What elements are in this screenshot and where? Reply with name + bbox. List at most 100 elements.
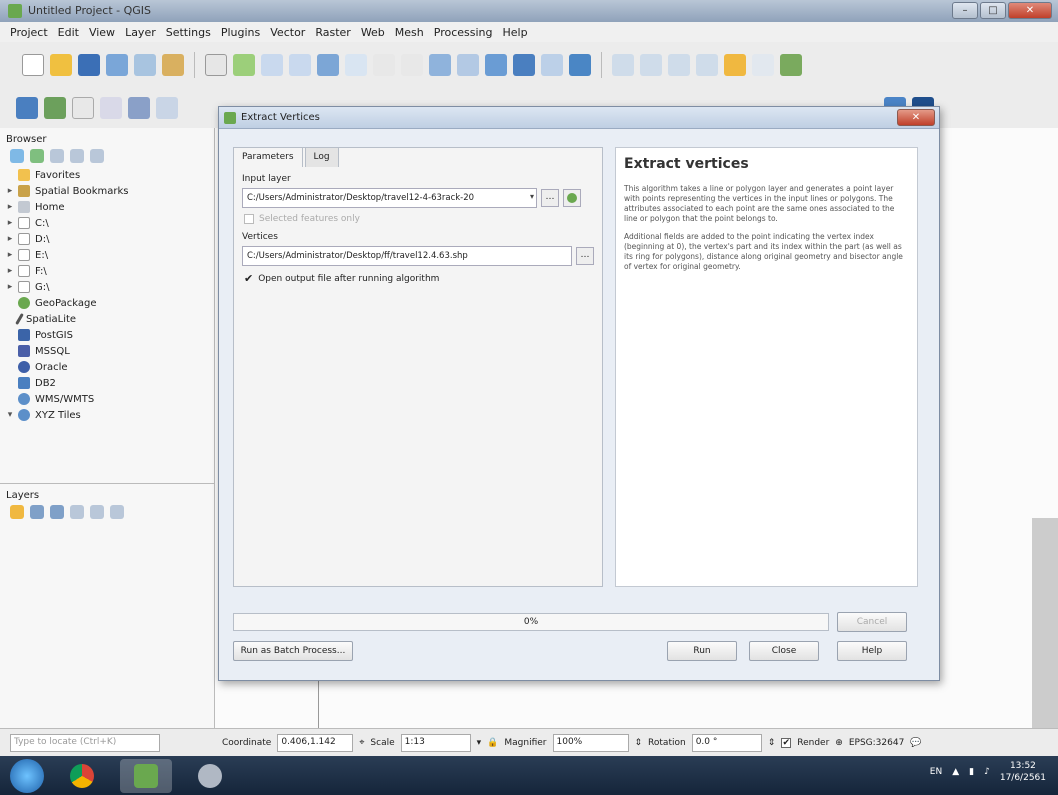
filter-icon[interactable] — [50, 149, 64, 163]
save-as-icon[interactable] — [106, 54, 128, 76]
rotation-spin-icon[interactable]: ⇕ — [768, 738, 776, 748]
menu-layer[interactable]: Layer — [125, 26, 156, 39]
select-icon[interactable] — [640, 54, 662, 76]
extents-toggle-icon[interactable]: ⌖ — [359, 738, 364, 748]
open-layer-styling-icon[interactable] — [10, 505, 24, 519]
tree-item-db2[interactable]: DB2 — [4, 375, 214, 391]
tray-expand-icon[interactable]: ▲ — [952, 767, 959, 777]
menu-web[interactable]: Web — [361, 26, 385, 39]
help-button[interactable]: Help — [837, 641, 907, 661]
volume-icon[interactable]: ♪ — [984, 767, 990, 777]
chrome-taskbar-button[interactable] — [56, 759, 108, 793]
tree-item-f-drive[interactable]: ▸ F:\ — [4, 263, 214, 279]
scale-field[interactable]: 1:13 — [400, 733, 471, 752]
data-source-manager-icon[interactable] — [16, 97, 38, 119]
clock[interactable]: 13:52 17/6/2561 — [1000, 760, 1046, 784]
close-button[interactable]: Close — [749, 641, 819, 661]
tree-item-d-drive[interactable]: ▸ D:\ — [4, 231, 214, 247]
tab-log[interactable]: Log — [304, 147, 339, 167]
tree-item-oracle[interactable]: Oracle — [4, 359, 214, 375]
toolbox-icon[interactable] — [724, 54, 746, 76]
collapse-all-icon[interactable] — [70, 149, 84, 163]
collapse-all-layers-icon[interactable] — [110, 505, 124, 519]
add-layer-icon[interactable] — [156, 97, 178, 119]
tree-item-g-drive[interactable]: ▸ G:\ — [4, 279, 214, 295]
statistics-icon[interactable] — [696, 54, 718, 76]
add-vector-layer-icon[interactable] — [72, 97, 94, 119]
menu-settings[interactable]: Settings — [166, 26, 211, 39]
tree-item-geopackage[interactable]: GeoPackage — [4, 295, 214, 311]
zoom-in-icon[interactable] — [261, 54, 283, 76]
language-indicator[interactable]: EN — [930, 767, 942, 777]
properties-icon[interactable] — [90, 149, 104, 163]
selected-only-checkbox[interactable]: Selected features only — [244, 214, 594, 224]
digitize-icon[interactable] — [100, 97, 122, 119]
zoom-selection-icon[interactable] — [345, 54, 367, 76]
tree-item-wms[interactable]: WMS/WMTS — [4, 391, 214, 407]
menu-help[interactable]: Help — [503, 26, 528, 39]
zoom-last-icon[interactable] — [429, 54, 451, 76]
style-manager-icon[interactable] — [162, 54, 184, 76]
minimize-button[interactable]: – — [952, 2, 978, 19]
tree-item-bookmarks[interactable]: ▸ Spatial Bookmarks — [4, 183, 214, 199]
browse-input-button[interactable]: … — [541, 189, 559, 207]
vertices-output-field[interactable]: C:/Users/Administrator/Desktop/ff/travel… — [242, 246, 572, 266]
magnifier-field[interactable]: 100% — [552, 733, 629, 752]
rotation-field[interactable]: 0.0 ° — [691, 733, 762, 752]
tree-item-spatialite[interactable]: SpatiaLite — [4, 311, 214, 327]
expand-all-icon[interactable] — [90, 505, 104, 519]
refresh-icon[interactable] — [569, 54, 591, 76]
menu-processing[interactable]: Processing — [434, 26, 493, 39]
maximize-button[interactable]: □ — [980, 2, 1006, 19]
zoom-native-icon[interactable] — [401, 54, 423, 76]
lock-icon[interactable]: 🔒 — [487, 738, 498, 748]
tree-item-home[interactable]: ▸ Home — [4, 199, 214, 215]
messages-icon[interactable]: 💬 — [910, 738, 921, 748]
pan-to-selection-icon[interactable] — [233, 54, 255, 76]
render-checkbox[interactable]: ✔ — [781, 737, 792, 748]
browse-output-button[interactable]: … — [576, 247, 594, 265]
batch-process-button[interactable]: Run as Batch Process... — [233, 641, 353, 661]
app-taskbar-button[interactable] — [184, 759, 236, 793]
magnifier-spin-icon[interactable]: ⇕ — [635, 738, 643, 748]
measure-icon[interactable] — [752, 54, 774, 76]
new-bookmark-icon[interactable] — [541, 54, 563, 76]
field-calculator-icon[interactable] — [668, 54, 690, 76]
scale-dropdown-icon[interactable]: ▾ — [477, 738, 482, 748]
start-button[interactable] — [10, 758, 44, 793]
run-button[interactable]: Run — [667, 641, 737, 661]
open-output-checkbox[interactable]: ✔ Open output file after running algorit… — [244, 272, 594, 285]
dialog-close-button[interactable]: ✕ — [897, 109, 935, 126]
new-project-icon[interactable] — [22, 54, 44, 76]
menu-raster[interactable]: Raster — [315, 26, 350, 39]
zoom-out-icon[interactable] — [289, 54, 311, 76]
qgis-taskbar-button[interactable] — [120, 758, 172, 793]
add-raster-layer-icon[interactable] — [44, 97, 66, 119]
zoom-full-icon[interactable] — [317, 54, 339, 76]
tree-item-favorites[interactable]: Favorites — [4, 167, 214, 183]
network-icon[interactable]: ▮ — [969, 767, 974, 777]
tree-item-c-drive[interactable]: ▸ C:\ — [4, 215, 214, 231]
tree-item-postgis[interactable]: PostGIS — [4, 327, 214, 343]
locator-search-input[interactable]: Type to locate (Ctrl+K) — [10, 733, 160, 752]
menu-plugins[interactable]: Plugins — [221, 26, 260, 39]
tab-parameters[interactable]: Parameters — [233, 147, 303, 167]
open-project-icon[interactable] — [50, 54, 72, 76]
menu-project[interactable]: Project — [10, 26, 48, 39]
filter-legend-icon[interactable] — [70, 505, 84, 519]
add-group-icon[interactable] — [30, 505, 44, 519]
save-project-icon[interactable] — [78, 54, 100, 76]
tree-item-xyz[interactable]: ▾ XYZ Tiles — [4, 407, 214, 423]
add-selected-icon[interactable] — [10, 149, 24, 163]
print-layout-icon[interactable] — [134, 54, 156, 76]
coordinate-field[interactable]: 0.406,1.142 — [277, 733, 354, 752]
menu-edit[interactable]: Edit — [58, 26, 79, 39]
input-layer-combo[interactable]: C:/Users/Administrator/Desktop/travel12-… — [242, 188, 537, 208]
temporal-controller-icon[interactable] — [513, 54, 535, 76]
cancel-button[interactable]: Cancel — [837, 612, 907, 632]
pan-icon[interactable] — [205, 54, 227, 76]
menu-vector[interactable]: Vector — [270, 26, 305, 39]
crs-label[interactable]: EPSG:32647 — [849, 738, 904, 748]
menu-mesh[interactable]: Mesh — [395, 26, 424, 39]
menu-view[interactable]: View — [89, 26, 115, 39]
